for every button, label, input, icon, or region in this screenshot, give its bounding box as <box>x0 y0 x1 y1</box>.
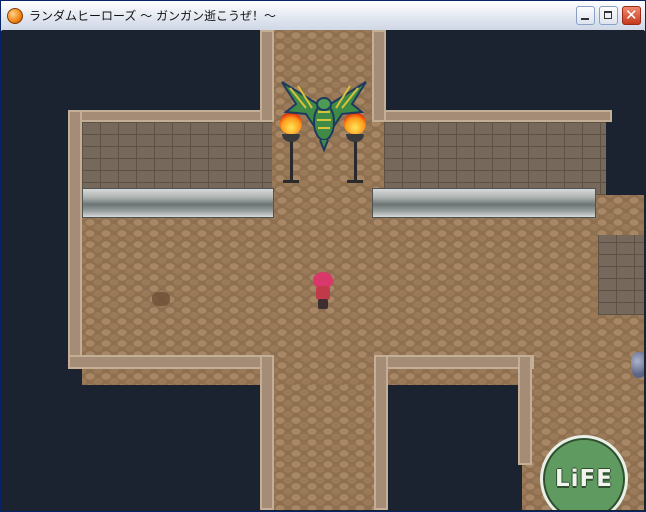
side-wall-right <box>598 235 644 315</box>
minimize-button[interactable] <box>576 6 595 25</box>
ledge-corridor-left <box>260 30 274 122</box>
back-wall-right <box>384 120 606 195</box>
metal-rail-right <box>372 188 596 218</box>
window-title: ランダムヒーローズ 〜 ガンガン逝こうぜ！〜 <box>29 9 277 23</box>
urn-icon <box>631 352 644 378</box>
ledge-bottom-mid <box>374 355 534 369</box>
title-bar[interactable]: ランダムヒーローズ 〜 ガンガン逝こうぜ！〜 ✕ <box>1 1 645 31</box>
back-wall-left <box>82 120 272 195</box>
ledge-corridor-right <box>372 30 386 122</box>
winged-monster-icon[interactable] <box>276 78 372 152</box>
ledge-lower-corridor-right <box>374 355 388 510</box>
ledge-top-right <box>384 110 612 122</box>
maximize-button[interactable] <box>599 6 618 25</box>
ledge-top-left <box>68 110 272 122</box>
game-window: ランダムヒーローズ 〜 ガンガン逝こうぜ！〜 ✕ LiFE <box>0 0 646 512</box>
metal-rail-left <box>82 188 274 218</box>
ledge-left <box>68 110 82 368</box>
app-icon <box>7 7 23 24</box>
ledge-alcove-left <box>518 355 532 465</box>
close-button[interactable]: ✕ <box>622 6 641 25</box>
minimize-icon <box>581 18 589 20</box>
hero-sprite[interactable] <box>312 272 334 310</box>
floor-crack <box>152 292 170 306</box>
ledge-bottom-left <box>68 355 274 369</box>
close-icon: ✕ <box>625 6 638 24</box>
ledge-lower-corridor-left <box>260 355 274 510</box>
life-label: LiFE <box>555 466 613 492</box>
game-viewport[interactable]: LiFE <box>2 30 644 510</box>
maximize-icon <box>604 11 612 19</box>
